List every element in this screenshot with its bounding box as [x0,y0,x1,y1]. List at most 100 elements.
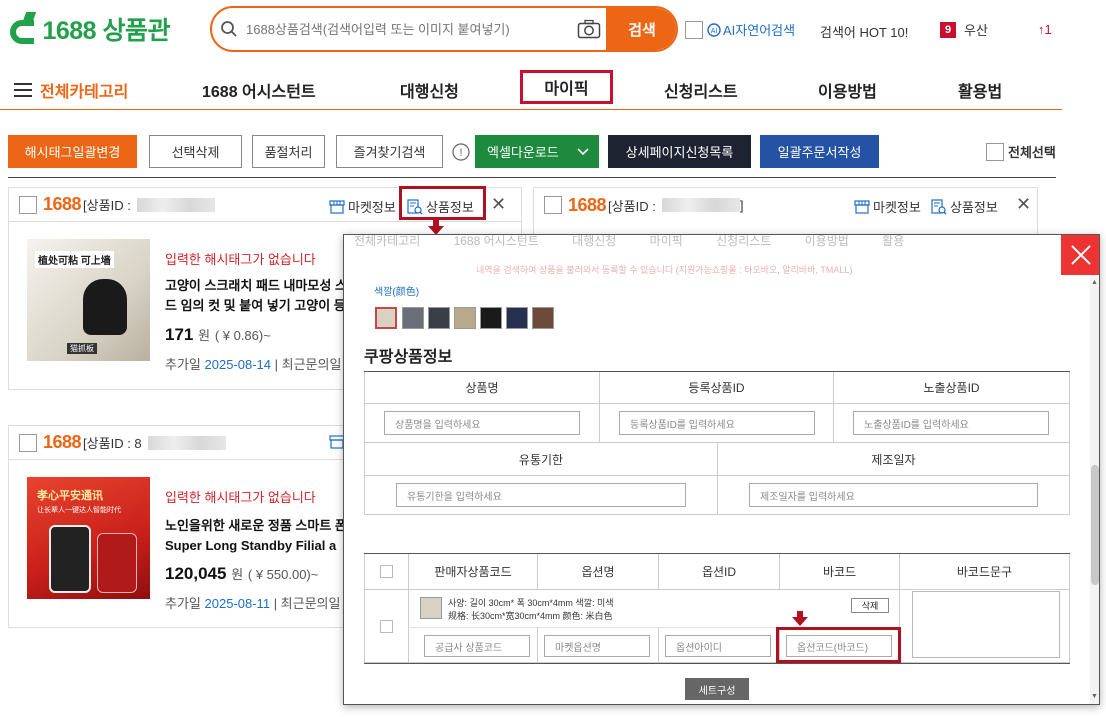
search-button[interactable]: 검색 [606,8,676,50]
product-title-line1: 고양이 스크래치 패드 내마모성 스 [165,278,347,293]
card-checkbox[interactable] [19,433,37,452]
nav-assistant[interactable]: 1688 어시스턴트 [202,78,316,102]
ai-search-toggle[interactable]: AI AI자연어검색 [685,20,795,39]
added-label: 추가일 [165,357,201,372]
expiry-input[interactable]: 유통기한을 입력하세요 [396,483,686,507]
rank-change: ↑1 [1038,22,1052,37]
cat-figure [83,279,127,335]
detail-page-list-button[interactable]: 상세페이지신청목록 [608,135,751,168]
info-icon[interactable]: ! [452,143,470,166]
delete-option-button[interactable]: 삭제 [851,598,889,613]
search-bar: 검색 [210,6,678,52]
svg-text:AI: AI [711,28,718,35]
camera-icon[interactable] [572,8,606,50]
close-icon[interactable]: ✕ [1016,194,1031,215]
option-row-checkbox[interactable] [380,619,393,633]
color-swatch[interactable] [402,307,424,329]
section-title: 쿠팡상품정보 [364,349,453,366]
color-swatch[interactable] [506,307,528,329]
recent-inquiry-label: | 최근문의일 [273,596,341,611]
header-manufacture-date: 제조일자 [717,442,1070,476]
set-compose-button[interactable]: 세트구성 [685,678,749,700]
no-hashtag-text: 입력한 해시태그가 없습니다 [165,490,316,505]
logo-text: 1688 상품관 [42,17,170,45]
select-all-toggle[interactable]: 전체선택 [986,142,1056,161]
option-select-all-checkbox[interactable] [380,565,393,578]
modal-close-button[interactable] [1061,235,1099,275]
color-swatch[interactable] [454,307,476,329]
market-info-link[interactable]: 마켓정보 [329,197,396,216]
doc-search-icon [931,198,947,215]
select-all-checkbox[interactable] [986,142,1004,161]
product-title-line2: 드 임의 컷 및 붙여 넣기 고양이 등 [165,298,346,313]
product-id-label: [상품ID : [83,198,131,213]
modal-scrollbar-thumb[interactable] [1091,465,1099,585]
scroll-down-icon[interactable]: ▼ [1091,693,1098,700]
trending-keyword[interactable]: 9 우산 [940,20,988,39]
rank-badge: 9 [940,21,956,38]
product-info-label: 상품정보 [950,200,998,215]
option-id-input[interactable]: 옵션아이디 [665,635,771,657]
card-checkbox[interactable] [544,196,562,214]
nav-agency-request[interactable]: 대행신청 [400,78,459,102]
main-nav: 전체카테고리 1688 어시스턴트 대행신청 마이픽 신청리스트 이용방법 활용… [0,66,1062,110]
product-card: 1688 [상품ID : 8 孝心平安通讯 让长辈人一键达人智能时代 입력한 해… [8,425,348,628]
market-option-name-input[interactable]: 마켓옵션명 [544,635,650,657]
product-info-link[interactable]: 상품정보 [931,197,998,216]
header-check-cell [364,554,409,590]
header-exposed-id: 노출상품ID [833,372,1070,404]
nav-all-categories[interactable]: 전체카테고리 [14,78,128,102]
product-image[interactable]: 植处可粘 可上墙 猫抓板 [27,239,150,361]
scroll-up-icon[interactable]: ▲ [1091,279,1098,286]
product-id-label: [상품ID : 8 [83,436,142,451]
added-date-row: 추가일 2025-08-14 | 최근문의일 [165,354,341,373]
header-registered-id: 등록상품ID [599,372,834,404]
header-seller-code: 판매자상품코드 [408,554,538,590]
phone-figure [49,525,91,593]
annotation-arrowhead-icon [792,617,808,626]
card-checkbox[interactable] [19,195,37,214]
site-logo[interactable]: 1688 상품관 [10,8,170,50]
nav-tips[interactable]: 활용법 [958,78,1002,102]
favorite-search-button[interactable]: 즐겨찾기검색 [336,135,443,168]
chevron-down-icon [577,145,589,160]
header-product-name: 상품명 [364,372,600,404]
nav-mypick[interactable]: 마이픽 [520,70,613,104]
product-title-line2: Super Long Standby Filial a [165,538,337,553]
color-swatch[interactable] [532,307,554,329]
close-icon[interactable]: ✕ [491,194,506,215]
search-input[interactable] [246,21,572,37]
exposed-id-input[interactable]: 노출상품ID를 입력하세요 [853,411,1049,435]
product-title[interactable]: 고양이 스크래치 패드 내마모성 스 드 임의 컷 및 붙여 넣기 고양이 등 [165,276,347,316]
manufacture-date-input[interactable]: 제조일자를 입력하세요 [749,483,1038,507]
color-swatch[interactable] [480,307,502,329]
color-swatch-selected[interactable] [375,307,397,329]
bulk-order-button[interactable]: 일괄주문서작성 [760,135,879,168]
supplier-code-input[interactable]: 공급사 상품코드 [424,635,530,657]
hot-keywords-link[interactable]: 검색어 HOT 10! [820,22,908,41]
nav-all-categories-label: 전체카테고리 [40,84,129,101]
product-image[interactable]: 孝心平安通讯 让长辈人一键达人智能时代 [27,477,150,599]
price-unit: 원 [198,328,211,343]
registered-id-input[interactable]: 등록상품ID를 입력하세요 [619,411,815,435]
image-watermark: 猫抓板 [67,343,97,354]
color-swatch[interactable] [428,307,450,329]
product-info-modal: 전체카테고리 1688 어시스턴트 대행신청 마이픽 신청리스트 이용방법 활용… [343,234,1100,705]
nav-how-to-use[interactable]: 이용방법 [818,78,877,102]
delete-selected-button[interactable]: 선택삭제 [149,135,242,168]
hashtag-bulk-button[interactable]: 해시태그일괄변경 [8,135,137,168]
hamburger-icon [14,83,32,97]
barcode-text-textarea[interactable] [912,591,1060,658]
product-title[interactable]: 노인을위한 새로운 정품 스마트 폰 Super Long Standby Fi… [165,516,347,556]
soldout-button[interactable]: 품절처리 [252,135,325,168]
product-price: 120,045 원 ( ¥ 550.00)~ [165,564,318,584]
phone-back-figure [97,533,137,593]
excel-download-button[interactable]: 엑셀다운로드 [475,135,599,168]
product-id-end: ] [739,197,744,213]
nav-request-list[interactable]: 신청리스트 [664,78,738,102]
added-date-row: 추가일 2025-08-11 | 최근문의일 [165,593,340,612]
market-info-label: 마켓정보 [873,200,921,215]
ai-search-checkbox[interactable] [685,20,703,39]
product-name-input[interactable]: 상품명을 입력하세요 [384,411,580,435]
market-info-link[interactable]: 마켓정보 [854,197,921,216]
